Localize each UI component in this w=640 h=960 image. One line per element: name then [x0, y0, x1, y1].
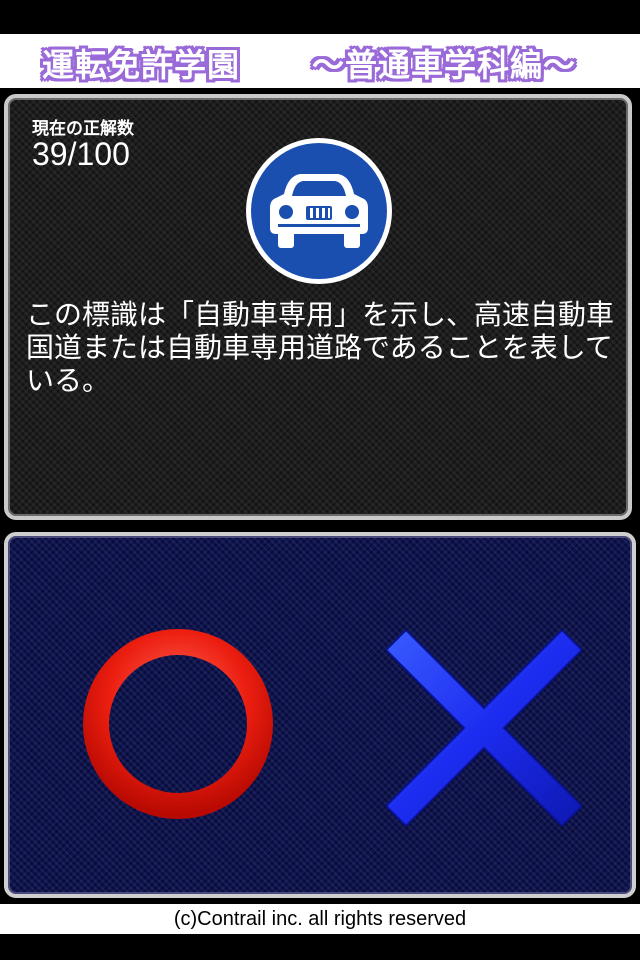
- cross-batsu-icon: [386, 630, 582, 826]
- circle-maru-icon: [83, 629, 273, 819]
- score-value: 39/100: [32, 136, 130, 172]
- app-screen: 運転免許学園 〜普通車学科編〜 現在の正解数 39/100 この標識は「自動車専…: [0, 0, 640, 960]
- app-subtitle: 〜普通車学科編〜: [312, 46, 577, 84]
- answer-wrong-button[interactable]: [386, 630, 582, 826]
- question-panel: 現在の正解数 39/100 この標識は「自動車専用」を示し、高速自動車国道または…: [4, 94, 632, 520]
- car-only-road-sign-icon: [246, 138, 392, 284]
- answer-correct-button[interactable]: [78, 624, 278, 824]
- copyright-footer: (c)Contrail inc. all rights reserved: [0, 904, 640, 934]
- app-title: 運転免許学園: [42, 46, 241, 84]
- explanation-text: この標識は「自動車専用」を示し、高速自動車国道または自動車専用道路であることを表…: [26, 298, 615, 397]
- answer-panel: [4, 532, 636, 898]
- header-bar: 運転免許学園 〜普通車学科編〜: [0, 34, 640, 88]
